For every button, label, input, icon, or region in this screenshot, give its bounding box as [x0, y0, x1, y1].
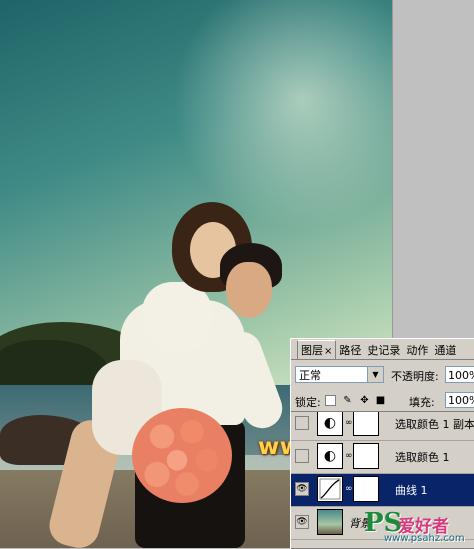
curves-thumb — [317, 476, 343, 502]
link-icon: ∞ — [345, 451, 353, 461]
layer-name: 曲线 1 — [395, 484, 428, 497]
adjustment-icon: ◐ — [323, 415, 337, 431]
rose-bouquet — [132, 408, 232, 503]
layer-row[interactable]: ◐ ∞ 选取颜色 1 — [291, 441, 474, 474]
close-icon[interactable]: × — [324, 346, 332, 357]
layer-row-selected[interactable]: 👁 ∞ 曲线 1 — [291, 474, 474, 507]
tab-actions[interactable]: 动作 — [403, 341, 431, 359]
curves-icon — [319, 478, 341, 500]
woman-top — [142, 282, 212, 352]
adjustment-icon: ◐ — [323, 448, 337, 464]
opacity-input[interactable]: 100% — [445, 366, 474, 383]
opacity-label: 不透明度: — [391, 370, 439, 383]
layer-mask-thumb — [353, 476, 379, 502]
layer-mask-thumb — [353, 443, 379, 469]
ps-logo-url: www.psahz.com — [384, 533, 465, 544]
man-face — [226, 262, 272, 318]
background-thumb — [317, 509, 343, 535]
visibility-toggle[interactable] — [295, 449, 309, 463]
lock-transparent-icon[interactable] — [325, 395, 336, 406]
lock-all-icon[interactable]: ■ — [375, 395, 386, 406]
tab-channels[interactable]: 通道 — [431, 341, 459, 359]
sun-glow — [172, 0, 392, 230]
eye-icon[interactable]: 👁 — [295, 482, 309, 496]
tab-paths[interactable]: 路径 — [336, 341, 364, 359]
visibility-toggle[interactable] — [295, 416, 309, 430]
blend-mode-select[interactable]: 正常 ▼ — [295, 366, 384, 383]
layer-row[interactable]: ◐ ∞ 选取颜色 1 副本 — [291, 412, 474, 441]
layer-mask-thumb — [353, 412, 379, 436]
link-icon: ∞ — [345, 418, 353, 428]
link-icon: ∞ — [345, 484, 353, 494]
adjustment-thumb: ◐ — [317, 443, 343, 469]
layer-name: 选取颜色 1 — [395, 451, 450, 464]
lock-brush-icon[interactable]: ✎ — [342, 395, 353, 406]
panel-tabs: 图层× 路径 史记录 动作 通道 — [291, 339, 474, 360]
lock-label: 锁定: — [295, 396, 321, 409]
eye-icon[interactable]: 👁 — [295, 515, 309, 529]
layer-name: 选取颜色 1 副本 — [395, 418, 474, 431]
chevron-down-icon[interactable]: ▼ — [367, 367, 383, 382]
fill-label: 填充: — [409, 396, 435, 409]
lock-move-icon[interactable]: ✥ — [359, 395, 370, 406]
tab-layers[interactable]: 图层× — [297, 340, 337, 359]
adjustment-thumb: ◐ — [317, 412, 343, 436]
tab-history[interactable]: 史记录 — [364, 341, 403, 359]
fill-input[interactable]: 100% — [445, 392, 474, 408]
